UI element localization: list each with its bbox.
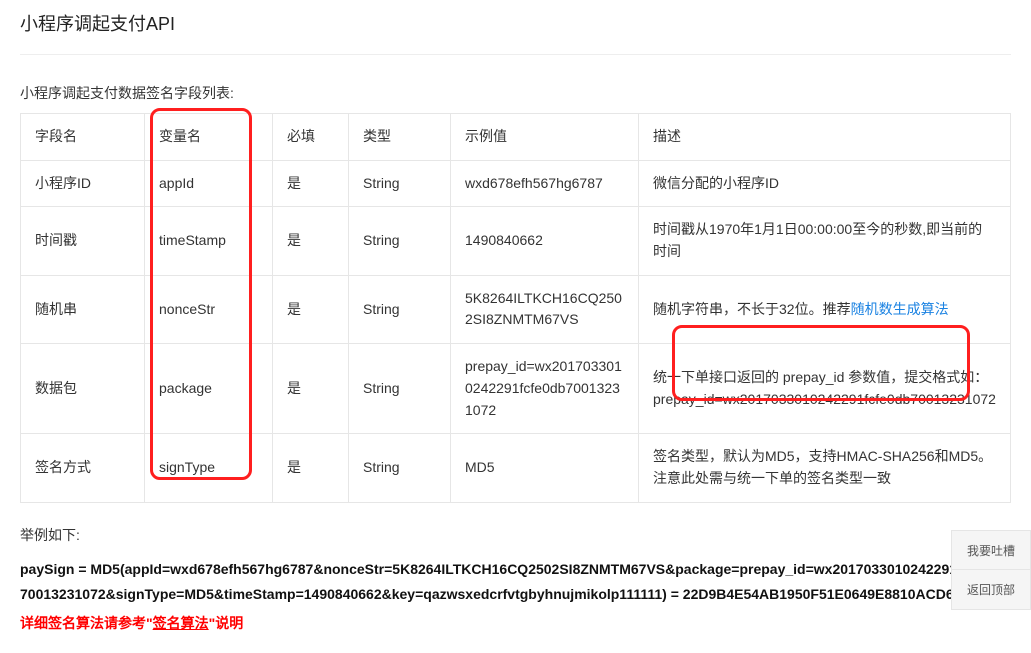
cell-var: nonceStr <box>145 275 273 343</box>
th-var: 变量名 <box>145 114 273 161</box>
table-row: 小程序ID appId 是 String wxd678efh567hg6787 … <box>21 160 1011 207</box>
table-row: 随机串 nonceStr 是 String 5K8264ILTKCH16CQ25… <box>21 275 1011 343</box>
cell-field: 数据包 <box>21 344 145 434</box>
cell-required: 是 <box>273 275 349 343</box>
cell-desc: 随机字符串，不长于32位。推荐随机数生成算法 <box>639 275 1011 343</box>
table-row: 时间戳 timeStamp 是 String 1490840662 时间戳从19… <box>21 207 1011 275</box>
signature-fields-table: 字段名 变量名 必填 类型 示例值 描述 小程序ID appId 是 Strin… <box>20 113 1011 503</box>
cell-var: signType <box>145 434 273 502</box>
cell-example: 5K8264ILTKCH16CQ2502SI8ZNMTM67VS <box>451 275 639 343</box>
cell-required: 是 <box>273 434 349 502</box>
example-label: 举例如下: <box>20 525 1011 545</box>
cell-desc: 签名类型，默认为MD5，支持HMAC-SHA256和MD5。注意此处需与统一下单… <box>639 434 1011 502</box>
algo-prefix: 详细签名算法请参考" <box>20 615 153 631</box>
cell-required: 是 <box>273 160 349 207</box>
cell-var: package <box>145 344 273 434</box>
table-row: 签名方式 signType 是 String MD5 签名类型，默认为MD5，支… <box>21 434 1011 502</box>
cell-field: 随机串 <box>21 275 145 343</box>
cell-field: 小程序ID <box>21 160 145 207</box>
side-actions: 我要吐槽 返回顶部 <box>951 530 1031 610</box>
table-header-row: 字段名 变量名 必填 类型 示例值 描述 <box>21 114 1011 161</box>
cell-example: prepay_id=wx2017033010242291fcfe0db70013… <box>451 344 639 434</box>
cell-field: 时间戳 <box>21 207 145 275</box>
th-type: 类型 <box>349 114 451 161</box>
th-field: 字段名 <box>21 114 145 161</box>
cell-required: 是 <box>273 207 349 275</box>
th-required: 必填 <box>273 114 349 161</box>
cell-type: String <box>349 344 451 434</box>
cell-type: String <box>349 434 451 502</box>
cell-desc: 统一下单接口返回的 prepay_id 参数值，提交格式如：prepay_id=… <box>639 344 1011 434</box>
cell-type: String <box>349 160 451 207</box>
desc-text: 随机字符串，不长于32位。推荐 <box>653 301 851 317</box>
cell-type: String <box>349 275 451 343</box>
feedback-button[interactable]: 我要吐槽 <box>951 530 1031 570</box>
sign-algo-link[interactable]: 签名算法 <box>153 615 209 631</box>
cell-desc: 时间戳从1970年1月1日00:00:00至今的秒数,即当前的时间 <box>639 207 1011 275</box>
cell-field: 签名方式 <box>21 434 145 502</box>
cell-example: wxd678efh567hg6787 <box>451 160 639 207</box>
th-example: 示例值 <box>451 114 639 161</box>
random-algo-link[interactable]: 随机数生成算法 <box>851 301 949 317</box>
table-caption: 小程序调起支付数据签名字段列表: <box>20 83 1011 103</box>
cell-example: MD5 <box>451 434 639 502</box>
cell-example: 1490840662 <box>451 207 639 275</box>
back-to-top-button[interactable]: 返回顶部 <box>951 570 1031 610</box>
table-row: 数据包 package 是 String prepay_id=wx2017033… <box>21 344 1011 434</box>
cell-type: String <box>349 207 451 275</box>
paysign-example: paySign = MD5(appId=wxd678efh567hg6787&n… <box>20 557 1011 607</box>
th-desc: 描述 <box>639 114 1011 161</box>
cell-desc: 微信分配的小程序ID <box>639 160 1011 207</box>
page-title: 小程序调起支付API <box>20 0 1011 55</box>
cell-var: timeStamp <box>145 207 273 275</box>
cell-var: appId <box>145 160 273 207</box>
cell-required: 是 <box>273 344 349 434</box>
algo-suffix: "说明 <box>209 615 244 631</box>
